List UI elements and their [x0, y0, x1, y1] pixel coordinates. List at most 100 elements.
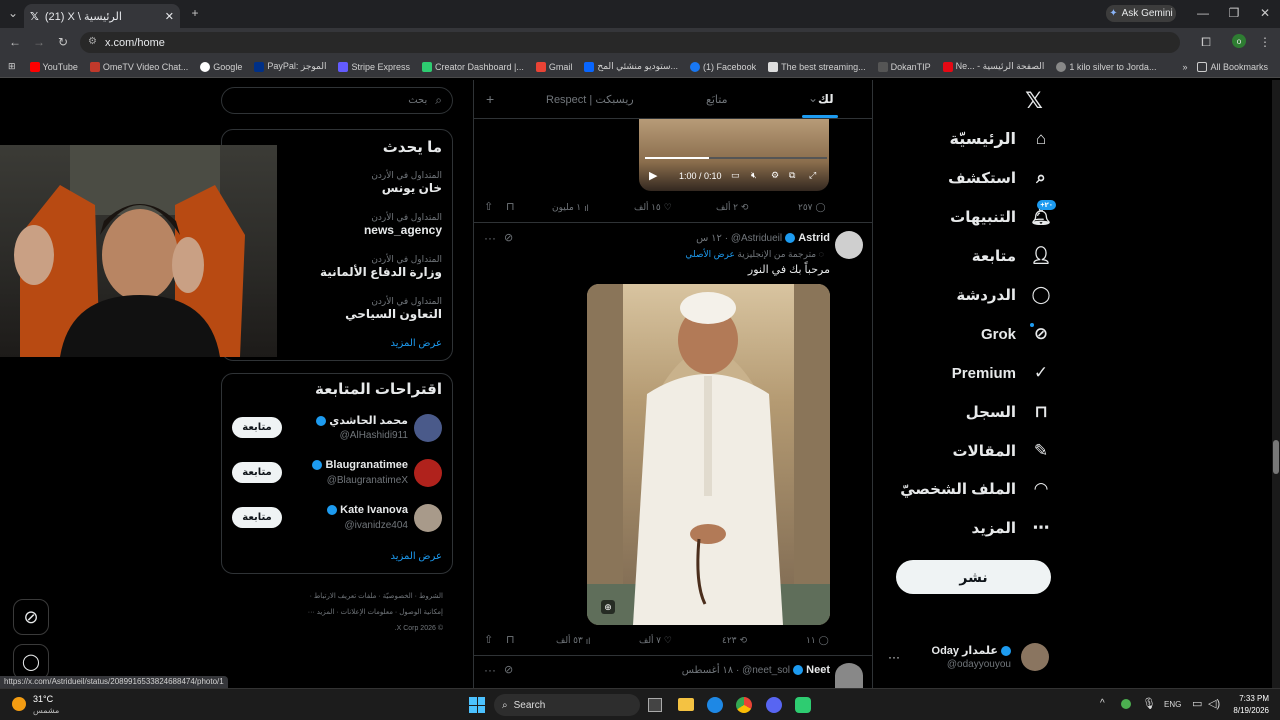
bookmark-icon[interactable]: ⊓ [506, 200, 515, 213]
replies-count[interactable]: ٢٥٧ ◯ [798, 202, 826, 213]
close-window-icon[interactable]: ✕ [1258, 6, 1272, 20]
task-view-icon[interactable] [648, 698, 662, 712]
extensions-icon[interactable]: ⧠ [1199, 35, 1213, 49]
discord-icon[interactable] [766, 697, 782, 713]
views-count[interactable]: ١ مليون ıl [552, 202, 589, 213]
follow-suggestion[interactable]: Kate Ivanova @ivanidze404 متابعة [222, 502, 452, 536]
add-tab-icon[interactable]: + [486, 91, 494, 107]
nav-item-home[interactable]: الرئيسيّة ⌂ [900, 122, 1052, 156]
post-author[interactable]: Neet [806, 664, 830, 676]
site-info-icon[interactable]: ⚙ [88, 36, 97, 47]
profile-avatar[interactable]: o [1232, 34, 1246, 48]
nav-item-follow[interactable]: متابعة 👤︎ [900, 239, 1052, 273]
tray-chevron-icon[interactable]: ^ [1100, 698, 1105, 709]
back-icon[interactable]: ← [8, 35, 22, 49]
volume-icon[interactable]: ◁) [1208, 697, 1220, 710]
bookmark-icon[interactable]: ⊓ [506, 633, 515, 646]
app-icon[interactable] [795, 697, 811, 713]
all-bookmarks[interactable]: All Bookmarks [1197, 61, 1268, 72]
more-dots-icon[interactable]: ··· [888, 650, 900, 664]
grok-post-icon[interactable]: ⊘ [504, 231, 513, 244]
post-time[interactable]: ١٢ س [696, 233, 722, 244]
nav-item-chat[interactable]: الدردشة ◯ [900, 278, 1052, 312]
nav-item-bookmarks[interactable]: السجل ⊓ [900, 395, 1052, 429]
tray-app-icon[interactable] [1121, 699, 1131, 709]
scrollbar-thumb[interactable] [1273, 440, 1279, 474]
video-progress[interactable] [645, 157, 827, 159]
account-switcher[interactable]: Oday علمدار @odayyouyou ··· [884, 640, 1049, 676]
apps-icon[interactable]: ⊞ [8, 61, 16, 72]
page-scrollbar[interactable] [1272, 80, 1280, 688]
chrome-icon[interactable] [736, 697, 752, 713]
post-avatar[interactable] [835, 663, 863, 688]
replies-count[interactable]: ١١ ◯ [806, 635, 829, 646]
follow-show-more[interactable]: عرض المزيد [390, 551, 442, 562]
close-tab-icon[interactable]: ✕ [165, 10, 174, 23]
likes-count[interactable]: ١٥ ألف ♡ [634, 202, 672, 213]
address-bar[interactable]: ⚙ x.com/home [80, 32, 1180, 53]
grok-post-icon[interactable]: ⊘ [504, 663, 513, 676]
views-count[interactable]: ٥٣ ألف ıl [556, 635, 590, 646]
nav-item-premium[interactable]: Premium ✓ [900, 356, 1052, 390]
show-original-link[interactable]: عرض الأصلي [685, 249, 734, 259]
post-image[interactable]: ⊕ [587, 284, 830, 625]
post-button[interactable]: نشر [896, 560, 1051, 594]
post-handle[interactable]: @Astridueil [731, 233, 782, 244]
post-more-icon[interactable]: ··· [484, 231, 496, 245]
play-icon[interactable]: ▶ [649, 169, 657, 182]
captions-icon[interactable]: ▭ [731, 170, 740, 181]
bookmark-youtube[interactable]: YouTube [29, 61, 78, 72]
new-tab-icon[interactable]: + [188, 6, 202, 20]
tab-for-you[interactable]: لك [818, 92, 834, 106]
x-logo[interactable]: 𝕏 [1022, 88, 1046, 113]
tab-following[interactable]: متابَع [706, 93, 727, 106]
clock-date[interactable]: 8/19/2026 [1226, 706, 1269, 715]
reposts-count[interactable]: ٤٢٣ ⟲ [722, 635, 747, 646]
bookmark-netflix[interactable]: Ne... - الصفحة الرئيسية [942, 61, 1044, 72]
video-player[interactable]: ▶ 1:00 / 0:10 ▭ 🔇︎ ⚙ ⧉ ⤢ [639, 119, 829, 191]
footer-line-2[interactable]: إمكانية الوصول · معلومات الإعلانات · الم… [225, 605, 443, 621]
follow-button[interactable]: متابعة [232, 462, 282, 483]
more-bookmarks-icon[interactable]: » [1182, 62, 1187, 72]
chat-float-icon[interactable]: ◯ [13, 644, 49, 680]
nav-item-grok[interactable]: Grok ⊘ [900, 317, 1052, 351]
menu-icon[interactable]: ⋮ [1258, 35, 1272, 49]
weather-icon[interactable] [12, 697, 26, 711]
tab-chevron-icon[interactable]: ⌄ [808, 91, 818, 105]
restore-icon[interactable]: ❐ [1227, 6, 1241, 20]
taskbar-search[interactable]: ⌕ Search [494, 694, 640, 716]
language-indicator[interactable]: ENG [1164, 700, 1181, 709]
file-explorer-icon[interactable] [678, 698, 694, 711]
share-icon[interactable]: ⇧ [484, 633, 493, 646]
microphone-icon[interactable]: 🎙︎ [1142, 697, 1156, 710]
forward-icon[interactable]: → [32, 35, 46, 49]
bookmark-stripe[interactable]: Stripe Express [338, 61, 410, 72]
clock-time[interactable]: 7:33 PM [1233, 694, 1269, 703]
likes-count[interactable]: ٧ ألف ♡ [639, 635, 672, 646]
minimize-icon[interactable]: — [1196, 6, 1210, 20]
post-time[interactable]: ١٨ أغسطس [682, 665, 733, 676]
tab-search-icon[interactable]: ⌄ [6, 6, 20, 20]
browser-tab[interactable]: 𝕏 (21) X \ الرئيسية ✕ [24, 4, 180, 28]
bookmark-ometv[interactable]: OmeTV Video Chat... [89, 61, 188, 72]
share-icon[interactable]: ⇧ [484, 200, 493, 213]
bookmark-streaming[interactable]: The best streaming... [768, 61, 866, 72]
reposts-count[interactable]: ٢ ألف ⟲ [716, 202, 748, 213]
reload-icon[interactable]: ↻ [56, 35, 70, 49]
post-avatar[interactable] [835, 231, 863, 259]
trends-show-more[interactable]: عرض المزيد [390, 338, 442, 349]
nav-item-articles[interactable]: المقالات ✎ [900, 434, 1052, 468]
bookmark-silver[interactable]: 1 kilo silver to Jorda... [1056, 61, 1156, 72]
settings-icon[interactable]: ⚙ [771, 170, 779, 181]
popout-icon[interactable]: ⧉ [789, 170, 795, 181]
image-alt-icon[interactable]: ⊕ [601, 600, 615, 614]
nav-item-profile[interactable]: الملف الشخصيّ ◠ [900, 472, 1052, 506]
bookmark-google[interactable]: Google [200, 61, 242, 72]
nav-item-notifications[interactable]: التنبيهات 🔔︎ +٢٠ [900, 200, 1056, 234]
ask-gemini-button[interactable]: ✦ Ask Gemini [1106, 5, 1176, 22]
tab-respect[interactable]: Respect | ريسبكت [546, 93, 634, 106]
fullscreen-icon[interactable]: ⤢ [809, 170, 816, 181]
follow-button[interactable]: متابعة [232, 507, 282, 528]
nav-item-explore[interactable]: استكشف ⌕ [900, 161, 1052, 195]
post-more-icon[interactable]: ··· [484, 663, 496, 677]
